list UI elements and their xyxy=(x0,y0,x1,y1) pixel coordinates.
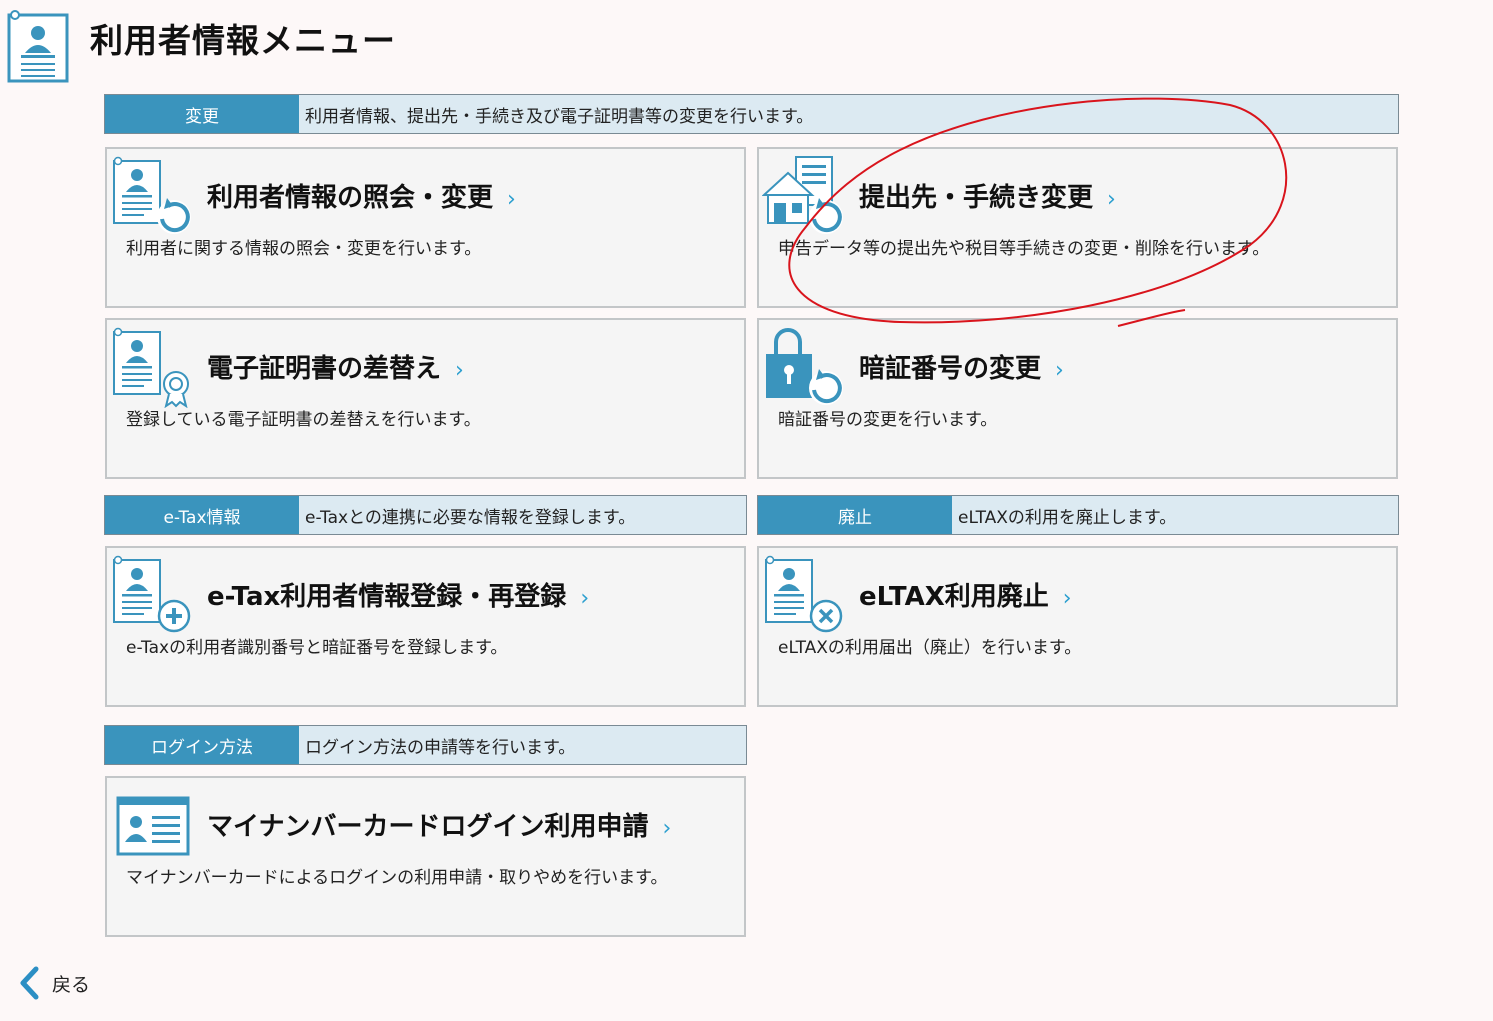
user-info-refresh-icon xyxy=(113,156,191,234)
section-login-bar: ログイン方法 ログイン方法の申請等を行います。 xyxy=(104,725,747,765)
section-tag: 変更 xyxy=(105,95,299,133)
chevron-right-icon: › xyxy=(455,358,464,383)
card-title: マイナンバーカードログイン利用申請 › xyxy=(207,812,672,842)
user-certificate-icon xyxy=(113,327,189,408)
section-tag: 廃止 xyxy=(758,496,952,534)
user-profile-icon xyxy=(7,10,69,83)
chevron-right-icon: › xyxy=(1055,358,1064,383)
etax-register-card[interactable]: e-Tax利用者情報登録・再登録 › e-Taxの利用者識別番号と暗証番号を登録し… xyxy=(105,546,746,707)
section-tag: ログイン方法 xyxy=(105,726,299,764)
id-card-icon xyxy=(116,796,190,856)
card-description: e-Taxの利用者識別番号と暗証番号を登録します。 xyxy=(126,638,508,658)
section-description: ログイン方法の申請等を行います。 xyxy=(305,737,576,758)
eltax-abolish-card[interactable]: eLTAX利用廃止 › eLTAXの利用届出（廃止）を行います。 xyxy=(757,546,1398,707)
section-change-bar: 変更 利用者情報、提出先・手続き及び電子証明書等の変更を行います。 xyxy=(104,94,1399,134)
chevron-right-icon: › xyxy=(662,816,672,841)
back-link[interactable]: 戻る xyxy=(18,966,90,1000)
section-tag: e-Tax情報 xyxy=(105,496,299,534)
card-description: 申告データ等の提出先や税目等手続きの変更・削除を行います。 xyxy=(778,239,1270,259)
card-description: マイナンバーカードによるログインの利用申請・取りやめを行います。 xyxy=(126,868,668,888)
user-add-icon xyxy=(113,555,191,633)
mynumber-login-card[interactable]: マイナンバーカードログイン利用申請 › マイナンバーカードによるログインの利用申請… xyxy=(105,776,746,937)
user-remove-icon xyxy=(765,555,843,633)
card-title: eLTAX利用廃止 › xyxy=(859,582,1072,612)
chevron-left-icon xyxy=(20,966,39,1000)
chevron-right-icon: › xyxy=(507,187,516,212)
chevron-right-icon: › xyxy=(1107,187,1116,212)
page-title: 利用者情報メニュー xyxy=(90,21,396,60)
section-etax-bar: e-Tax情報 e-Taxとの連携に必要な情報を登録します。 xyxy=(104,495,747,535)
card-description: eLTAXの利用届出（廃止）を行います。 xyxy=(778,638,1082,658)
card-title: e-Tax利用者情報登録・再登録 › xyxy=(207,582,590,612)
card-description: 利用者に関する情報の照会・変更を行います。 xyxy=(126,239,482,259)
back-label: 戻る xyxy=(52,973,91,996)
card-title: 暗証番号の変更 › xyxy=(859,354,1064,384)
card-description: 暗証番号の変更を行います。 xyxy=(778,410,998,430)
pin-change-card[interactable]: 暗証番号の変更 › 暗証番号の変更を行います。 xyxy=(757,318,1398,479)
chevron-right-icon: › xyxy=(580,586,590,611)
card-title: 電子証明書の差替え › xyxy=(207,354,464,384)
chevron-right-icon: › xyxy=(1062,586,1072,611)
card-title: 利用者情報の照会・変更 › xyxy=(207,183,516,213)
section-abolish-bar: 廃止 eLTAXの利用を廃止します。 xyxy=(757,495,1399,535)
card-description: 登録している電子証明書の差替えを行います。 xyxy=(126,410,481,430)
card-title: 提出先・手続き変更 › xyxy=(859,183,1116,213)
building-document-icon xyxy=(762,156,843,234)
section-description: e-Taxとの連携に必要な情報を登録します。 xyxy=(305,507,636,528)
padlock-refresh-icon xyxy=(766,328,843,405)
section-description: 利用者情報、提出先・手続き及び電子証明書等の変更を行います。 xyxy=(305,106,814,127)
certificate-replace-card[interactable]: 電子証明書の差替え › 登録している電子証明書の差替えを行います。 xyxy=(105,318,746,479)
section-description: eLTAXの利用を廃止します。 xyxy=(958,507,1177,528)
destination-change-card[interactable]: 提出先・手続き変更 › 申告データ等の提出先や税目等手続きの変更・削除を行います。 xyxy=(757,147,1398,308)
user-info-card[interactable]: 利用者情報の照会・変更 › 利用者に関する情報の照会・変更を行います。 xyxy=(105,147,746,308)
